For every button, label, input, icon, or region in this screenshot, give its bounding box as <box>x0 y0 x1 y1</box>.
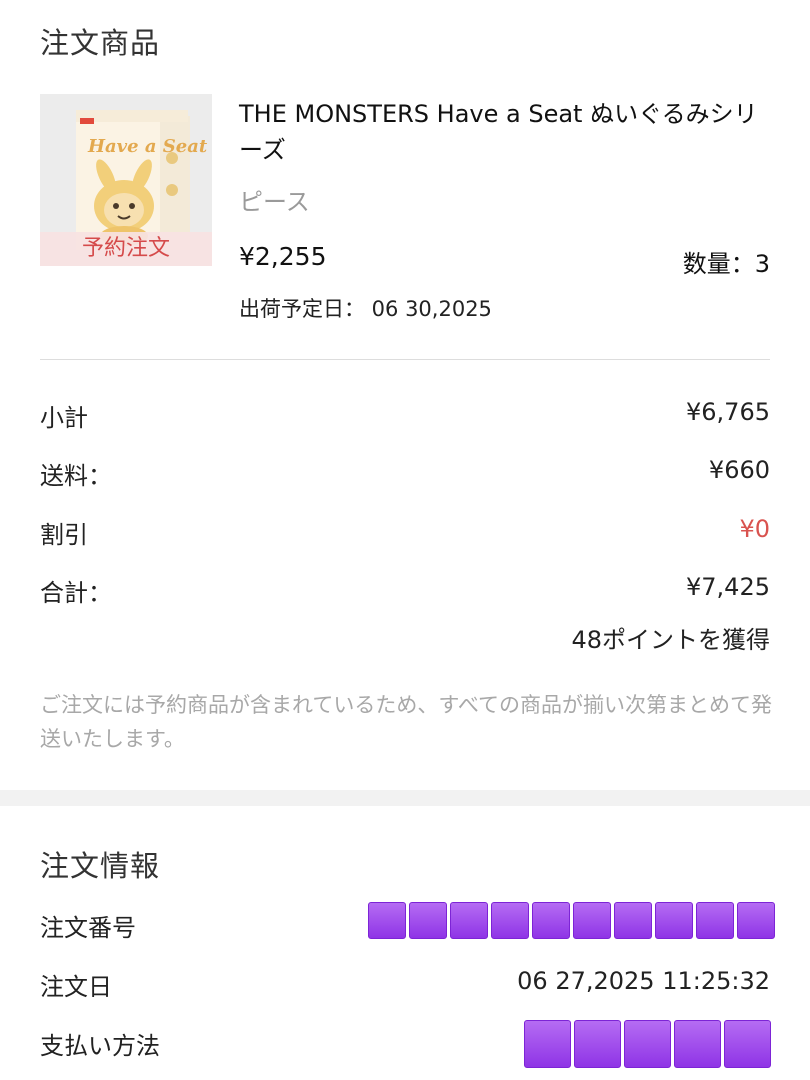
product-variant: ピース <box>239 188 310 216</box>
discount-label: 割引 <box>40 521 88 549</box>
total-value: ¥7,425 <box>686 573 770 601</box>
product-thumbnail[interactable]: Have a Seat 予約注文 <box>40 94 212 266</box>
shipping-value: ¥660 <box>708 456 770 484</box>
order-number-label: 注文番号 <box>40 914 136 942</box>
order-date-value: 06 27,2025 11:25:32 <box>517 967 770 995</box>
divider <box>40 359 770 360</box>
box-logo: Have a Seat <box>87 136 208 157</box>
discount-value: ¥0 <box>739 515 770 543</box>
product-name[interactable]: THE MONSTERS Have a Seat ぬいぐるみシリーズ <box>239 96 769 168</box>
section-title-products: 注文商品 <box>40 26 161 60</box>
subtotal-value: ¥6,765 <box>686 398 770 426</box>
shipping-label: 送料： <box>40 462 112 490</box>
section-title-order-info: 注文情報 <box>40 849 161 883</box>
payment-method-label: 支払い方法 <box>40 1032 160 1060</box>
order-date-label: 注文日 <box>40 973 112 1001</box>
subtotal-label: 小計 <box>40 404 88 432</box>
ship-date: 出荷予定日： 06 30,2025 <box>239 297 492 321</box>
preorder-badge: 予約注文 <box>40 232 212 266</box>
payment-method-redacted <box>524 1020 771 1068</box>
total-label: 合計： <box>40 579 112 607</box>
preorder-shipping-note: ご注文には予約商品が含まれているため、すべての商品が揃い次第まとめて発送いたしま… <box>40 693 773 751</box>
order-number-redacted <box>368 902 775 939</box>
section-separator <box>0 790 810 806</box>
product-quantity: 数量：3 <box>682 250 770 278</box>
points-earned: 48ポイントを獲得 <box>571 626 770 654</box>
product-price: ¥2,255 <box>239 242 327 271</box>
